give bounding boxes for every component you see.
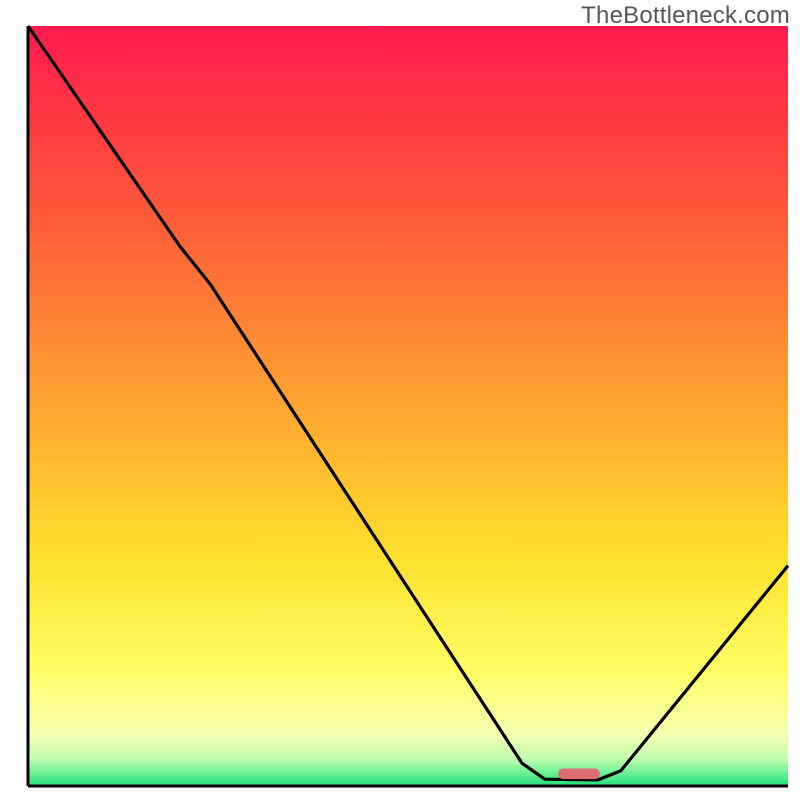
optimal-marker — [558, 769, 600, 780]
chart-svg — [0, 0, 800, 800]
gradient-background — [28, 26, 788, 786]
chart-container: TheBottleneck.com — [0, 0, 800, 800]
